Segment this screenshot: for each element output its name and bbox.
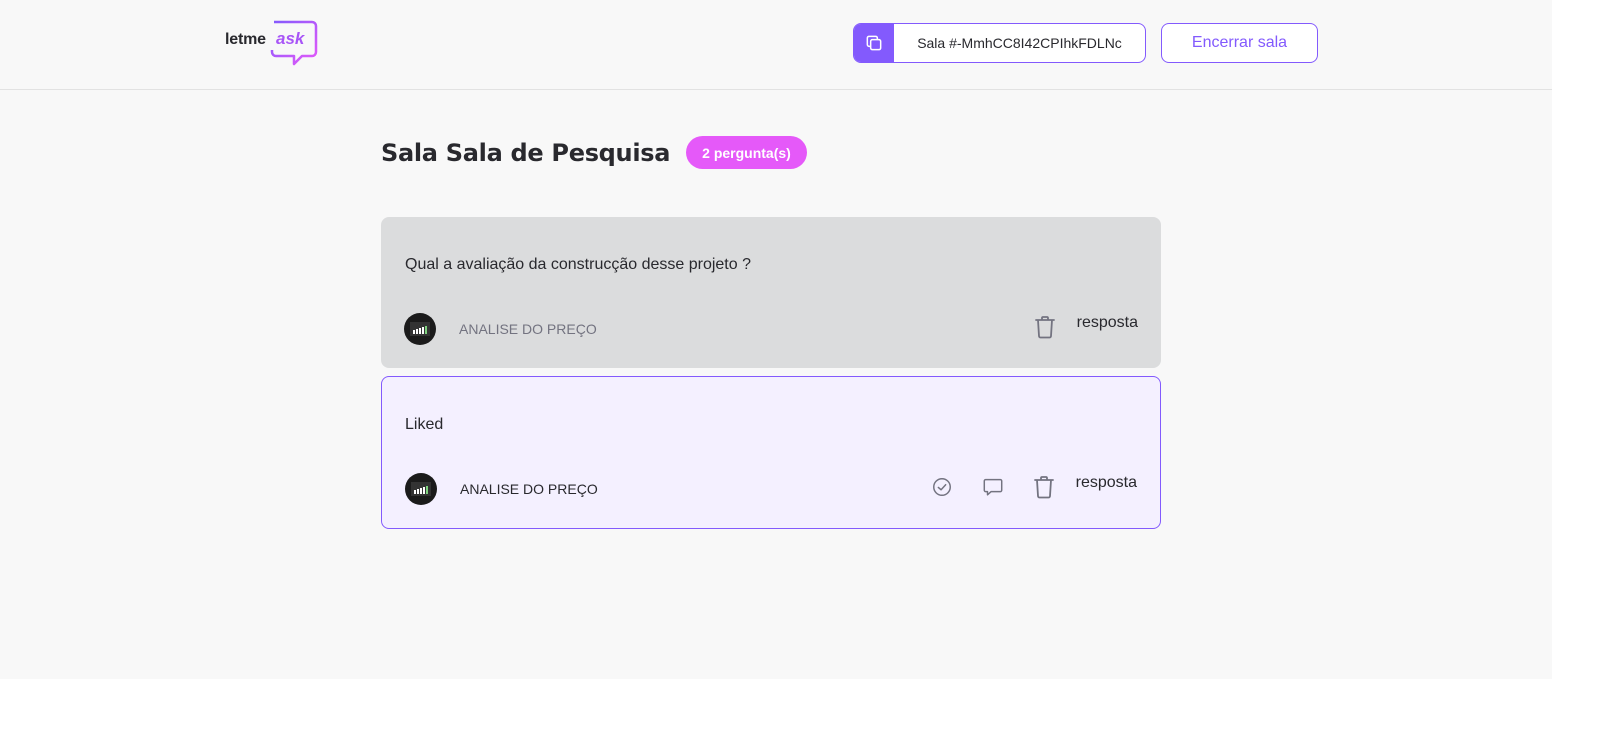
author-name: ANALISE DO PREÇO [460, 481, 598, 497]
room-title-row: Sala Sala de Pesquisa 2 pergunta(s) [381, 136, 807, 169]
copy-icon [866, 35, 882, 51]
question-author: ANALISE DO PREÇO [404, 313, 597, 345]
header: letme ask Sala #-MmhCC8I42CPIhkFDLNc Enc… [0, 0, 1552, 90]
avatar [405, 473, 437, 505]
chat-bubble-icon [983, 478, 1003, 496]
delete-question-button[interactable] [1032, 475, 1056, 499]
author-name: ANALISE DO PREÇO [459, 321, 597, 337]
copy-button[interactable] [854, 24, 894, 62]
end-room-button[interactable]: Encerrar sala [1161, 23, 1318, 63]
check-circle-icon [932, 478, 951, 496]
question-content: Liked [405, 416, 444, 433]
room-code-button[interactable]: Sala #-MmhCC8I42CPIhkFDLNc [853, 23, 1146, 63]
question-count-badge: 2 pergunta(s) [686, 136, 807, 169]
trash-icon [1034, 316, 1055, 339]
logo-text-letme: letme [225, 31, 266, 48]
logo-text-ask: ask [276, 29, 305, 48]
question-card: Qual a avaliação da construcção desse pr… [381, 217, 1161, 368]
letmeask-logo: letme ask [224, 20, 318, 66]
question-card: Liked ANALISE DO PREÇO resposta [381, 376, 1161, 529]
question-author: ANALISE DO PREÇO [405, 473, 598, 505]
avatar [404, 313, 436, 345]
reply-link[interactable]: resposta [1076, 474, 1137, 492]
app-container: letme ask Sala #-MmhCC8I42CPIhkFDLNc Enc… [0, 0, 1552, 679]
question-content: Qual a avaliação da construcção desse pr… [405, 256, 751, 273]
question-actions: resposta [1006, 313, 1138, 341]
avatar-chart-icon [411, 482, 431, 496]
trash-icon [1033, 476, 1054, 499]
delete-question-button[interactable] [1033, 315, 1057, 339]
mark-answered-button[interactable] [930, 475, 954, 499]
reply-link[interactable]: resposta [1077, 314, 1138, 332]
room-title: Sala Sala de Pesquisa [381, 138, 671, 167]
avatar-chart-icon [410, 322, 430, 336]
room-code-text: Sala #-MmhCC8I42CPIhkFDLNc [917, 35, 1122, 51]
highlight-question-button[interactable] [981, 475, 1005, 499]
question-actions: resposta [903, 473, 1137, 501]
